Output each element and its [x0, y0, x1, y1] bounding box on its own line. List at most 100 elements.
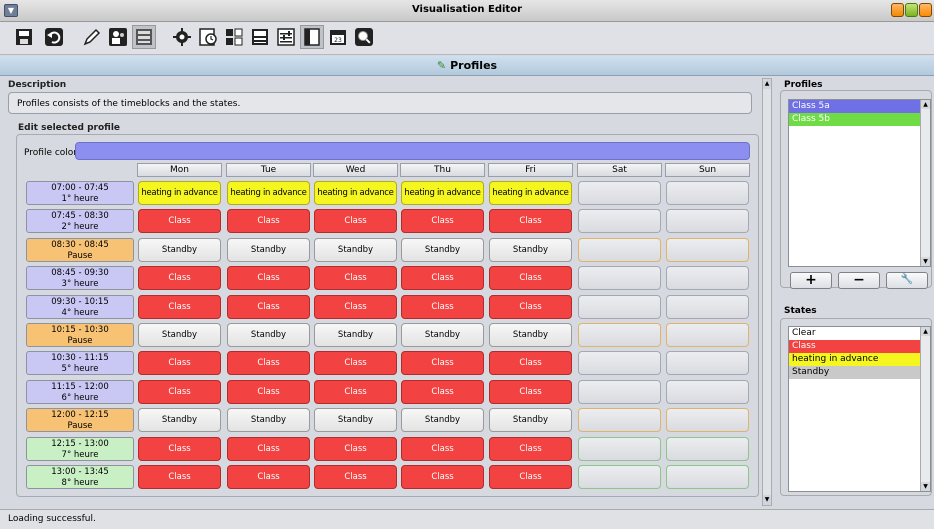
schedule-cell[interactable]: [666, 181, 749, 205]
timeblock[interactable]: 10:30 - 11:15 5° heure: [26, 351, 134, 375]
schedule-cell[interactable]: Class: [401, 380, 484, 404]
scroll-up-icon[interactable]: ▲: [921, 100, 930, 109]
layout-icon[interactable]: [248, 25, 272, 49]
scroll-down-icon[interactable]: ▼: [921, 482, 930, 491]
schedule-cell[interactable]: Class: [138, 351, 221, 375]
schedule-cell[interactable]: [578, 209, 661, 233]
profile-item[interactable]: Class 5a: [789, 100, 930, 113]
close-button[interactable]: [919, 3, 932, 17]
schedule-cell[interactable]: Standby: [401, 408, 484, 432]
schedule-cell[interactable]: Class: [489, 437, 572, 461]
schedule-cell[interactable]: Standby: [138, 323, 221, 347]
scroll-down-icon[interactable]: ▼: [921, 257, 930, 266]
schedule-cell[interactable]: [666, 351, 749, 375]
schedule-cell[interactable]: Class: [227, 465, 310, 489]
timeblock[interactable]: 12:00 - 12:15 Pause: [26, 408, 134, 432]
schedule-cell[interactable]: Class: [227, 437, 310, 461]
schedule-cell[interactable]: heating in advance: [138, 181, 221, 205]
gear-icon[interactable]: [170, 25, 194, 49]
schedule-cell[interactable]: heating in advance: [314, 181, 397, 205]
states-list[interactable]: Clear Class heating in advance Standby ▲…: [788, 326, 931, 492]
remove-profile-button[interactable]: −: [838, 272, 880, 289]
schedule-cell[interactable]: [666, 238, 749, 262]
timeblock[interactable]: 13:00 - 13:45 8° heure: [26, 465, 134, 489]
schedule-cell[interactable]: Class: [227, 380, 310, 404]
timer-icon[interactable]: [196, 25, 220, 49]
schedule-cell[interactable]: [578, 181, 661, 205]
add-profile-button[interactable]: +: [790, 272, 832, 289]
schedule-cell[interactable]: [578, 408, 661, 432]
maximize-button[interactable]: [905, 3, 918, 17]
profiles-list[interactable]: Class 5a Class 5b ▲ ▼: [788, 99, 931, 267]
schedule-cell[interactable]: Class: [401, 266, 484, 290]
schedule-cell[interactable]: Standby: [314, 408, 397, 432]
schedule-cell[interactable]: Class: [227, 209, 310, 233]
timeblock[interactable]: 11:15 - 12:00 6° heure: [26, 380, 134, 404]
schedule-cell[interactable]: heating in advance: [401, 181, 484, 205]
state-item[interactable]: Class: [789, 340, 930, 353]
schedule-cell[interactable]: heating in advance: [489, 181, 572, 205]
schedule-cell[interactable]: Class: [227, 266, 310, 290]
schedule-cell[interactable]: Standby: [401, 323, 484, 347]
schedule-cell[interactable]: Class: [314, 437, 397, 461]
schedule-cell[interactable]: [666, 380, 749, 404]
schedule-cell[interactable]: Class: [138, 380, 221, 404]
schedule-cell[interactable]: Class: [138, 437, 221, 461]
edit-profile-button[interactable]: 🔧: [886, 272, 928, 289]
page-icon[interactable]: [300, 25, 324, 49]
schedule-cell[interactable]: Standby: [227, 408, 310, 432]
states-scrollbar[interactable]: ▲ ▼: [920, 327, 930, 491]
schedule-cell[interactable]: Standby: [227, 238, 310, 262]
timeblock[interactable]: 09:30 - 10:15 4° heure: [26, 295, 134, 319]
timeblock[interactable]: 07:45 - 08:30 2° heure: [26, 209, 134, 233]
schedule-cell[interactable]: Class: [138, 295, 221, 319]
timeblock[interactable]: 12:15 - 13:00 7° heure: [26, 437, 134, 461]
scroll-down-icon[interactable]: ▼: [763, 495, 771, 505]
schedule-cell[interactable]: Class: [314, 295, 397, 319]
main-scrollbar[interactable]: ▲ ▼: [762, 78, 772, 506]
schedule-cell[interactable]: Class: [314, 465, 397, 489]
schedule-cell[interactable]: [578, 295, 661, 319]
schedule-cell[interactable]: [578, 351, 661, 375]
timeblock[interactable]: 08:45 - 09:30 3° heure: [26, 266, 134, 290]
schedule-cell[interactable]: Class: [314, 380, 397, 404]
schedule-cell[interactable]: Class: [489, 465, 572, 489]
calendar-icon[interactable]: 23: [326, 25, 350, 49]
timeblock[interactable]: 08:30 - 08:45 Pause: [26, 238, 134, 262]
schedule-cell[interactable]: [578, 266, 661, 290]
schedule-cell[interactable]: [666, 323, 749, 347]
schedule-cell[interactable]: Class: [489, 351, 572, 375]
schedule-cell[interactable]: Class: [227, 295, 310, 319]
profiles-scrollbar[interactable]: ▲ ▼: [920, 100, 930, 266]
sliders-icon[interactable]: [274, 25, 298, 49]
schedule-cell[interactable]: Class: [401, 295, 484, 319]
schedule-cell[interactable]: Standby: [138, 408, 221, 432]
schedule-cell[interactable]: [666, 408, 749, 432]
schedule-cell[interactable]: Class: [401, 209, 484, 233]
schedule-cell[interactable]: Class: [138, 465, 221, 489]
schedule-cell[interactable]: Class: [489, 380, 572, 404]
schedule-cell[interactable]: Standby: [314, 323, 397, 347]
schedule-cell[interactable]: Class: [489, 295, 572, 319]
schedule-cell[interactable]: [578, 465, 661, 489]
timeblock[interactable]: 10:15 - 10:30 Pause: [26, 323, 134, 347]
schedule-cell[interactable]: [666, 437, 749, 461]
schedule-cell[interactable]: Standby: [138, 238, 221, 262]
schedule-cell[interactable]: Class: [489, 266, 572, 290]
schedule-cell[interactable]: [666, 295, 749, 319]
state-item[interactable]: Clear: [789, 327, 930, 340]
schedule-cell[interactable]: [578, 380, 661, 404]
schedule-cell[interactable]: Class: [138, 209, 221, 233]
schedule-cell[interactable]: Standby: [489, 238, 572, 262]
schedule-cell[interactable]: Class: [314, 209, 397, 233]
users-icon[interactable]: [106, 25, 130, 49]
schedule-cell[interactable]: Class: [227, 351, 310, 375]
schedule-cell[interactable]: [666, 266, 749, 290]
schedule-cell[interactable]: Standby: [227, 323, 310, 347]
schedule-cell[interactable]: Standby: [314, 238, 397, 262]
schedule-cell[interactable]: Class: [401, 437, 484, 461]
search-icon[interactable]: [352, 25, 376, 49]
schedule-cell[interactable]: [578, 323, 661, 347]
schedule-cell[interactable]: Standby: [489, 408, 572, 432]
schedule-cell[interactable]: Class: [138, 266, 221, 290]
